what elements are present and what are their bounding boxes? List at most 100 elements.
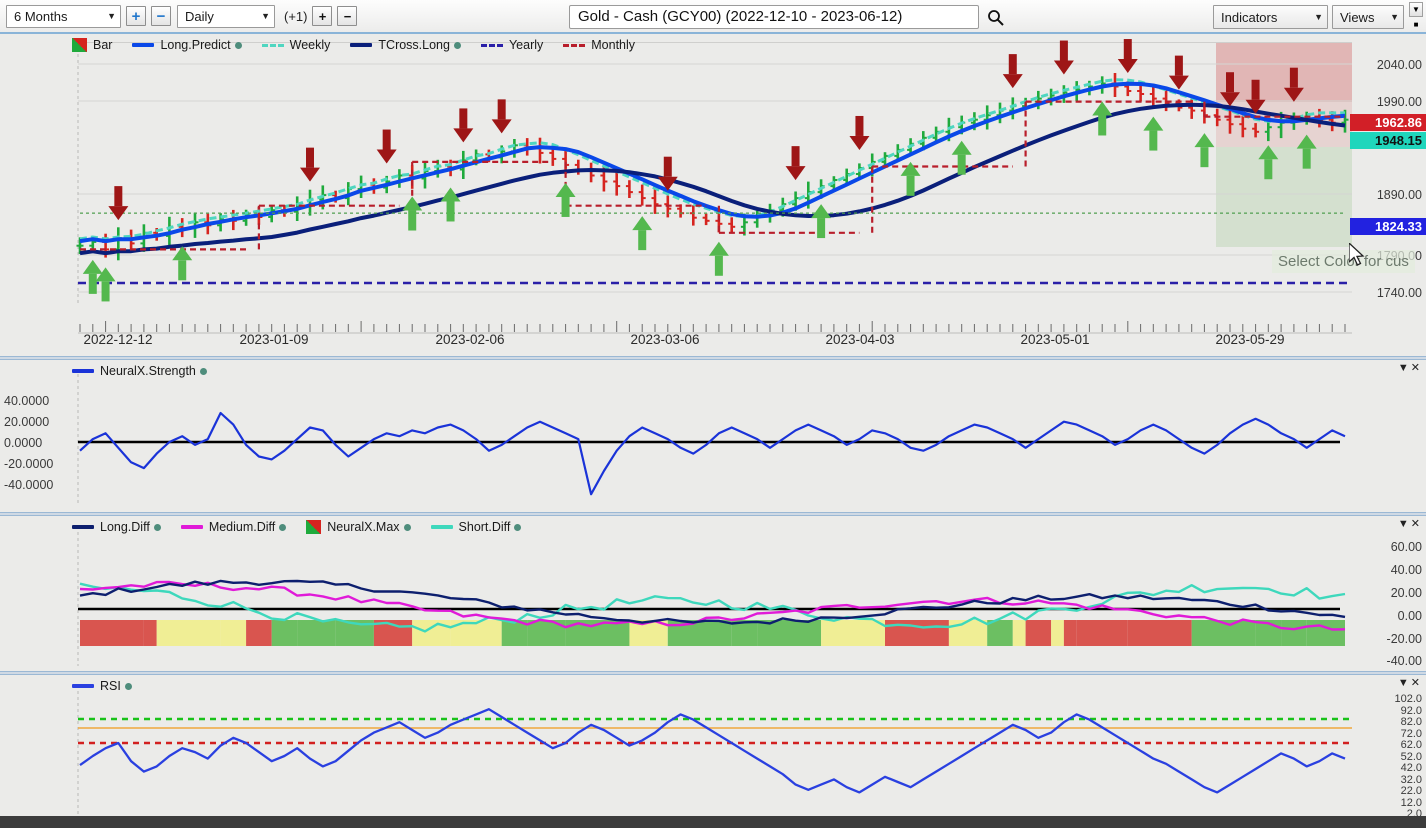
window-minimize-button[interactable]: ▼ [1409, 2, 1423, 17]
price-y-axis: 2040.00 1990.00 1890.00 1790.00 1740.00 … [1350, 34, 1426, 320]
x-tick: 2023-05-29 [1215, 332, 1285, 347]
y-tick: 1740.00 [1376, 286, 1422, 300]
window-more-button[interactable]: ■ [1409, 18, 1423, 33]
legend-dash-icon [480, 43, 503, 47]
legend-bar-icon [306, 520, 322, 534]
symbol-input[interactable]: Gold - Cash (GCY00) (2022-12-10 - 2023-0… [569, 5, 979, 29]
chevron-down-icon: ▼ [1390, 12, 1399, 22]
y-tick: 62.0 [1400, 739, 1422, 751]
range-zoom-in-button[interactable]: + [126, 6, 146, 26]
y-tick: 22.0 [1400, 785, 1422, 797]
neuralx-max-segment [297, 620, 336, 646]
legend-settings-dot[interactable] [234, 41, 242, 49]
y-tick: -40.0000 [4, 478, 54, 492]
diff-panel[interactable]: Long.Diff Medium.Diff NeuralX.Max Short.Dif… [0, 516, 1426, 671]
neuralx-max-segment [1025, 620, 1052, 646]
bar-decrease-button[interactable]: − [337, 6, 358, 26]
legend-label: Yearly [508, 38, 544, 52]
y-tick: -40.00 [1386, 654, 1422, 668]
legend-item-tcross-long[interactable]: TCross.Long [350, 38, 461, 52]
legend-line-icon [180, 525, 203, 529]
chevron-down-icon[interactable]: ▼ [1398, 362, 1411, 374]
y-tick: 32.0 [1400, 773, 1422, 786]
price-chart-legend: Bar Long.Predict Weekly TCross.Long Yearly Mo… [72, 38, 655, 52]
search-icon[interactable] [987, 9, 1004, 26]
legend-item-long-predict[interactable]: Long.Predict [132, 38, 242, 52]
legend-settings-dot[interactable] [153, 523, 161, 531]
rsi-panel[interactable]: RSI ▼✕ 102.0 92.0 82.0 72.0 62.0 52.0 42.0 32.0… [0, 675, 1426, 828]
indicators-dropdown[interactable]: Indicators ▼ [1213, 5, 1328, 29]
neuralx-max-segment [948, 620, 988, 646]
right-toolbar-group: Indicators ▼ Views ▼ [1209, 5, 1404, 29]
legend-item-medium-diff[interactable]: Medium.Diff [180, 520, 287, 534]
range-zoom-out-button[interactable]: − [151, 6, 171, 26]
y-tick: 2.0 [1406, 808, 1422, 820]
bar-increase-button[interactable]: + [312, 6, 333, 26]
legend-label: NeuralX.Strength [100, 364, 196, 378]
rsi-plot[interactable] [0, 675, 1426, 828]
range-select[interactable]: 6 Months ▼ [6, 4, 121, 28]
neuralx-max-segment [143, 620, 157, 646]
neuralx-max-segment [1012, 620, 1026, 646]
legend-line-icon [430, 525, 453, 529]
legend-settings-dot[interactable] [403, 523, 411, 531]
neuralx-max-segment [1063, 620, 1077, 646]
legend-item-short-diff[interactable]: Short.Diff [430, 520, 522, 534]
legend-settings-dot[interactable] [453, 41, 461, 49]
views-dropdown[interactable]: Views ▼ [1332, 5, 1404, 29]
close-icon[interactable]: ✕ [1411, 677, 1422, 689]
legend-line-icon [132, 43, 155, 47]
close-icon[interactable]: ✕ [1411, 518, 1422, 530]
legend-settings-dot[interactable] [199, 367, 207, 375]
y-tick: 12.0 [1400, 796, 1422, 809]
legend-item-long-diff[interactable]: Long.Diff [72, 520, 161, 534]
rsi-y-axis: 102.0 92.0 82.0 72.0 62.0 52.0 42.0 32.0 22.0 12.… [1350, 675, 1426, 828]
status-bar [0, 816, 1426, 828]
legend-settings-dot[interactable] [124, 682, 132, 690]
legend-settings-dot[interactable] [514, 523, 522, 531]
chevron-down-icon: ▼ [107, 11, 116, 21]
legend-item-neuralx-max[interactable]: NeuralX.Max [306, 520, 411, 534]
legend-line-icon [72, 684, 94, 688]
chevron-down-icon: ▼ [261, 11, 270, 21]
legend-dash-icon [261, 43, 284, 47]
legend-item-monthly[interactable]: Monthly [563, 38, 635, 52]
legend-label: Monthly [591, 38, 636, 52]
diff-panel-controls[interactable]: ▼✕ [1398, 517, 1422, 530]
legend-label: Medium.Diff [208, 520, 276, 534]
chevron-down-icon[interactable]: ▼ [1398, 677, 1411, 689]
color-picker-tooltip: Select Color for cus [1272, 250, 1415, 273]
price-chart-panel[interactable]: Bar Long.Predict Weekly TCross.Long Yearly Mo… [0, 34, 1426, 320]
y-tick: 1890.00 [1376, 188, 1422, 202]
price-chart-plot[interactable] [0, 34, 1426, 320]
rsi-panel-controls[interactable]: ▼✕ [1398, 676, 1422, 689]
strength-panel-controls[interactable]: ▼✕ [1398, 361, 1422, 374]
legend-item-rsi[interactable]: RSI [72, 679, 132, 693]
y-tick: 0.00 [1397, 609, 1422, 623]
legend-label: RSI [100, 679, 121, 693]
window-buttons: ▼ ■ [1404, 0, 1426, 34]
legend-settings-dot[interactable] [279, 523, 287, 531]
y-tick: 40.00 [1390, 563, 1422, 577]
neuralx-max-segment [1076, 620, 1128, 646]
legend-item-neuralx-strength[interactable]: NeuralX.Strength [72, 364, 207, 378]
chevron-down-icon[interactable]: ▼ [1398, 518, 1411, 530]
neuralx-max-segment [821, 620, 885, 646]
period-select[interactable]: Daily ▼ [177, 4, 275, 28]
rsi-legend: RSI [72, 679, 152, 693]
neuralx-max-segment [156, 620, 221, 646]
close-icon[interactable]: ✕ [1411, 362, 1422, 374]
legend-line-icon [350, 43, 373, 47]
views-label: Views [1340, 9, 1375, 25]
y-tick: 102.0 [1394, 693, 1422, 705]
diff-legend: Long.Diff Medium.Diff NeuralX.Max Short.Dif… [72, 520, 541, 534]
legend-item-bar[interactable]: Bar [72, 38, 112, 52]
neuralx-strength-panel[interactable]: NeuralX.Strength ▼✕ 40.0000 20.0000 0.00… [0, 360, 1426, 512]
strength-plot[interactable] [0, 360, 1426, 512]
neuralx-max-segment [1127, 620, 1192, 646]
legend-item-weekly[interactable]: Weekly [261, 38, 330, 52]
legend-item-yearly[interactable]: Yearly [480, 38, 544, 52]
y-tick: 52.0 [1400, 750, 1422, 763]
legend-label: Long.Diff [100, 520, 150, 534]
diff-plot[interactable] [0, 516, 1426, 671]
